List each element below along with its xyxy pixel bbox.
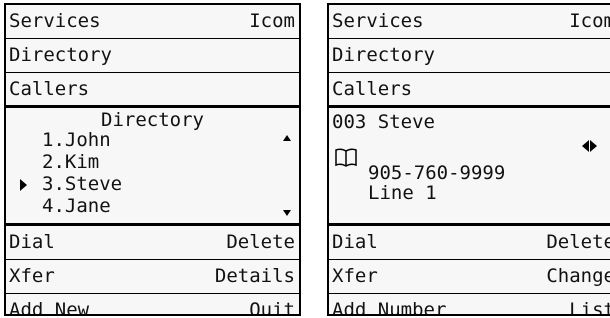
directory-label[interactable]: Directory bbox=[332, 39, 435, 72]
scroll-up-icon[interactable] bbox=[283, 135, 291, 141]
list-item-selected[interactable]: 3.Steve bbox=[42, 173, 122, 195]
quit-softkey[interactable]: Quit bbox=[249, 294, 295, 314]
services-label[interactable]: Services bbox=[332, 5, 424, 38]
left-right-arrows-icon[interactable] bbox=[582, 140, 597, 152]
callers-label[interactable]: Callers bbox=[332, 73, 412, 106]
softkey-row-3: Add Number List bbox=[329, 294, 610, 314]
softkey-row-2: Xfer Details bbox=[6, 260, 299, 293]
directory-title: Directory bbox=[101, 109, 204, 131]
scroll-down-icon[interactable] bbox=[283, 210, 291, 216]
add-number-softkey[interactable]: Add Number bbox=[332, 294, 446, 314]
callers-label[interactable]: Callers bbox=[9, 73, 89, 106]
list-item[interactable]: 2.Kim bbox=[42, 151, 99, 173]
icom-label[interactable]: Icom bbox=[249, 5, 295, 38]
menu-row-callers[interactable]: Callers bbox=[329, 73, 610, 106]
dial-softkey[interactable]: Dial bbox=[9, 226, 55, 259]
menu-row-directory[interactable]: Directory bbox=[6, 39, 299, 72]
menu-row-services[interactable]: Services Icom bbox=[6, 5, 299, 38]
entry-line: Line 1 bbox=[368, 182, 437, 204]
menu-row-callers[interactable]: Callers bbox=[6, 73, 299, 106]
divider bbox=[329, 105, 610, 108]
dial-softkey[interactable]: Dial bbox=[332, 226, 378, 259]
directory-list: Directory 1.John 2.Kim 3.Steve 4.Jane bbox=[6, 109, 299, 221]
list-softkey[interactable]: List bbox=[569, 294, 610, 314]
list-item[interactable]: 4.Jane bbox=[42, 195, 111, 217]
delete-softkey[interactable]: Delete bbox=[546, 226, 610, 259]
directory-label[interactable]: Directory bbox=[9, 39, 112, 72]
menu-row-directory[interactable]: Directory bbox=[329, 39, 610, 72]
directory-book-icon bbox=[335, 148, 357, 167]
phone-screen-entry-details: Services Icom Directory Callers 003 Stev… bbox=[327, 3, 610, 316]
softkey-row-1: Dial Delete bbox=[6, 226, 299, 259]
selection-arrow-icon bbox=[20, 179, 27, 191]
details-softkey[interactable]: Details bbox=[215, 260, 295, 293]
softkey-row-3: Add New Quit bbox=[6, 294, 299, 314]
change-softkey[interactable]: Change bbox=[546, 260, 610, 293]
icom-label[interactable]: Icom bbox=[569, 5, 610, 38]
entry-header: 003 Steve bbox=[332, 111, 435, 133]
softkey-row-1: Dial Delete bbox=[329, 226, 610, 259]
list-item[interactable]: 1.John bbox=[42, 129, 111, 151]
add-new-softkey[interactable]: Add New bbox=[9, 294, 89, 314]
entry-phone-number: 905-760-9999 bbox=[368, 162, 506, 184]
softkey-row-2: Xfer Change bbox=[329, 260, 610, 293]
services-label[interactable]: Services bbox=[9, 5, 101, 38]
xfer-softkey[interactable]: Xfer bbox=[332, 260, 378, 293]
delete-softkey[interactable]: Delete bbox=[226, 226, 295, 259]
phone-screen-directory-list: Services Icom Directory Callers Director… bbox=[4, 3, 301, 316]
xfer-softkey[interactable]: Xfer bbox=[9, 260, 55, 293]
divider bbox=[6, 105, 299, 108]
menu-row-services[interactable]: Services Icom bbox=[329, 5, 610, 38]
